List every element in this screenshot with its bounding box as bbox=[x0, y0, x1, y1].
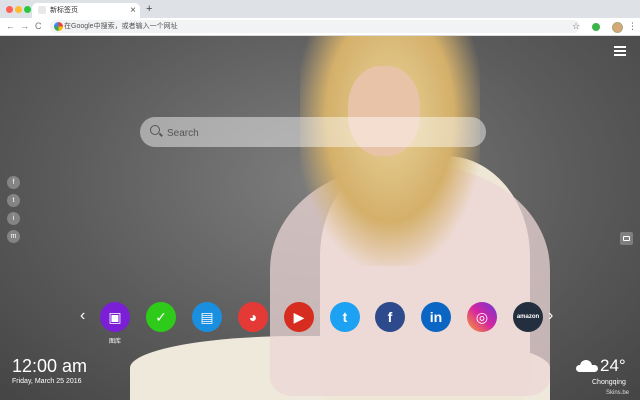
brand-watermark: Skins.be bbox=[606, 390, 630, 396]
google-icon bbox=[54, 22, 63, 31]
dock-chrome-store-icon[interactable]: ◕ bbox=[238, 302, 268, 332]
dock-gallery-label: 图库 bbox=[108, 339, 121, 345]
browser-toolbar: ← → C 在Google中搜索，或者输入一个网址 ☆ ⋮ bbox=[0, 18, 640, 36]
clock-time: 12:00 am bbox=[12, 356, 88, 376]
weather-city: Chongqing bbox=[592, 379, 626, 386]
background-wallpaper bbox=[0, 36, 640, 400]
close-window-icon[interactable] bbox=[6, 6, 13, 13]
dock-youtube-icon[interactable]: ▶ bbox=[284, 302, 314, 332]
dock-prev-arrow[interactable]: ‹ bbox=[80, 306, 85, 326]
wallpaper-gallery-icon[interactable] bbox=[620, 232, 633, 245]
search-bar[interactable] bbox=[140, 117, 486, 149]
address-bar[interactable]: 在Google中搜索，或者输入一个网址 bbox=[50, 20, 580, 33]
profile-avatar[interactable] bbox=[612, 22, 623, 33]
dock-instagram-icon[interactable]: ◎ bbox=[467, 302, 497, 332]
back-button[interactable]: ← bbox=[6, 19, 15, 34]
search-icon bbox=[150, 125, 160, 135]
dock-twitter-icon[interactable]: t bbox=[330, 302, 360, 332]
dock-tasks-icon[interactable]: ✓ bbox=[146, 302, 176, 332]
new-tab-button[interactable]: + bbox=[146, 2, 152, 16]
tab-favicon-icon bbox=[38, 6, 46, 14]
minimize-window-icon[interactable] bbox=[15, 6, 22, 13]
dock-facebook-icon[interactable]: f bbox=[375, 302, 405, 332]
maximize-window-icon[interactable] bbox=[24, 6, 31, 13]
instagram-share-icon[interactable]: i bbox=[7, 212, 20, 225]
dock-gallery-icon[interactable]: ▣ bbox=[100, 302, 130, 332]
extension-icon[interactable] bbox=[592, 23, 600, 31]
bookmark-star-icon[interactable]: ☆ bbox=[572, 19, 580, 34]
dock-notes-icon[interactable]: ▤ bbox=[192, 302, 222, 332]
facebook-share-icon[interactable]: f bbox=[7, 176, 20, 189]
forward-button[interactable]: → bbox=[20, 19, 29, 34]
dock-amazon-icon[interactable]: amazon bbox=[513, 302, 543, 332]
dock-linkedin-icon[interactable]: in bbox=[421, 302, 451, 332]
clock-date: Friday, March 25 2016 bbox=[12, 378, 82, 385]
tab-close-button[interactable]: × bbox=[130, 3, 136, 18]
weather-temperature: 24° bbox=[600, 356, 626, 375]
browser-menu-button[interactable]: ⋮ bbox=[628, 19, 637, 34]
dock-next-arrow[interactable]: › bbox=[548, 306, 553, 326]
twitter-share-icon[interactable]: t bbox=[7, 194, 20, 207]
address-bar-placeholder: 在Google中搜索，或者输入一个网址 bbox=[64, 23, 178, 30]
tab-title: 新标签页 bbox=[50, 7, 78, 14]
browser-tab-strip: 新标签页 × + bbox=[0, 0, 640, 18]
browser-tab[interactable]: 新标签页 × bbox=[32, 3, 140, 18]
menu-hamburger-icon[interactable] bbox=[614, 46, 626, 56]
search-input[interactable] bbox=[165, 117, 469, 149]
weather-cloud-icon bbox=[576, 358, 598, 372]
messenger-share-icon[interactable]: m bbox=[7, 230, 20, 243]
reload-button[interactable]: C bbox=[35, 19, 42, 34]
